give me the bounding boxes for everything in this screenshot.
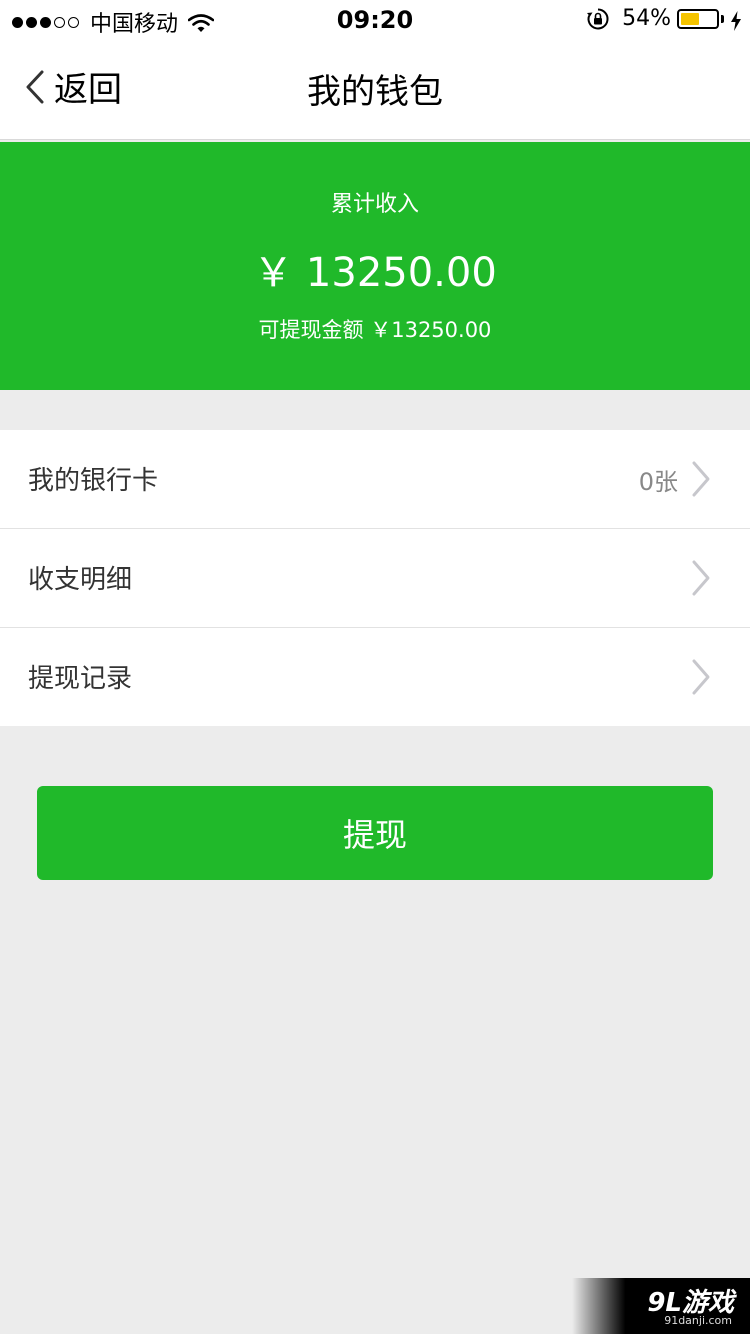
battery-tip	[721, 14, 724, 23]
menu-item-transaction-details[interactable]: 收支明细	[0, 529, 750, 628]
withdrawable-amount: 可提现金额 ￥13250.00	[258, 318, 492, 342]
chevron-right-icon	[692, 659, 710, 695]
total-income-label: 累计收入	[330, 192, 419, 217]
bank-card-count: 0张	[638, 468, 678, 496]
battery-percent: 54%	[622, 6, 671, 31]
battery-icon	[677, 8, 719, 29]
chevron-right-icon	[692, 560, 710, 596]
battery-level	[681, 12, 700, 25]
total-income-amount: ￥ 13250.00	[253, 250, 497, 296]
menu-item-label: 收支明细	[28, 565, 133, 595]
withdraw-button[interactable]: 提现	[37, 786, 713, 880]
status-bar: 中国移动 09:20 54%	[0, 0, 750, 40]
page-title: 我的钱包	[307, 72, 443, 112]
wallet-menu-list: 我的银行卡 0张 收支明细 提现记录	[0, 430, 750, 726]
bolt-icon	[730, 9, 742, 31]
menu-item-label: 提现记录	[28, 664, 133, 694]
balance-panel: 累计收入 ￥ 13250.00 可提现金额 ￥13250.00	[0, 142, 750, 390]
chevron-right-icon	[692, 461, 710, 497]
menu-item-label: 我的银行卡	[28, 466, 159, 496]
status-right: 54%	[586, 6, 742, 31]
watermark-url: 91danji.com	[664, 1314, 732, 1327]
orientation-lock-icon	[586, 7, 610, 31]
watermark: 9L游戏 91danji.com	[572, 1278, 750, 1334]
menu-item-withdraw-records[interactable]: 提现记录	[0, 628, 750, 726]
menu-item-bank-cards[interactable]: 我的银行卡 0张	[0, 430, 750, 529]
nav-bar: 返回 我的钱包	[0, 40, 750, 140]
